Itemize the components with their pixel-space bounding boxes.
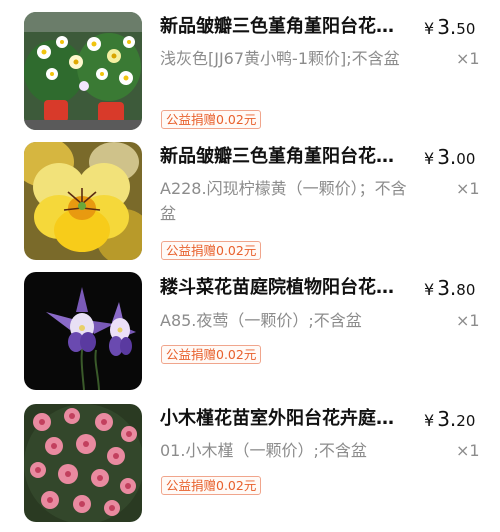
quantity: ×1	[456, 311, 480, 330]
quantity: ×1	[456, 441, 480, 460]
charity-badge: 公益捐赠0.02元	[161, 241, 262, 260]
product-title[interactable]: 耧斗菜花苗庭院植物阳台花卉盆栽	[160, 275, 410, 301]
price-decimal: 20	[456, 412, 476, 430]
price-decimal: 00	[456, 150, 476, 168]
price-integer: 3.	[437, 276, 457, 300]
price-integer: 3.	[437, 145, 457, 169]
product-price: ¥3.00	[424, 143, 484, 173]
currency-symbol: ¥	[424, 280, 435, 299]
product-title[interactable]: 新品皱瓣三色堇角堇阳台花卉盆栽	[160, 144, 410, 170]
columbine-photo[interactable]	[24, 272, 142, 390]
quantity: ×1	[456, 49, 480, 68]
charity-badge: 公益捐赠0.02元	[161, 110, 262, 129]
product-spec: A85.夜莺（一颗价）;不含盆	[160, 311, 362, 330]
charity-badge: 公益捐赠0.02元	[161, 476, 262, 495]
price-decimal: 50	[456, 20, 476, 38]
product-price: ¥3.20	[424, 405, 484, 435]
pink-anisodontea-photo[interactable]	[24, 404, 142, 522]
price-integer: 3.	[437, 15, 457, 39]
pansy-pots-photo[interactable]	[24, 12, 142, 130]
product-spec: A228.闪现柠檬黄（一颗价）；不含盆	[160, 179, 407, 223]
charity-badge: 公益捐赠0.02元	[161, 345, 262, 364]
currency-symbol: ¥	[424, 411, 435, 430]
product-title[interactable]: 小木槿花苗室外阳台花卉庭院植物	[160, 406, 410, 432]
yellow-pansy-photo[interactable]	[24, 142, 142, 260]
currency-symbol: ¥	[424, 19, 435, 38]
price-integer: 3.	[437, 407, 457, 431]
product-spec: 浅灰色[JJ67黄小鸭-1颗价];不含盆	[160, 49, 400, 68]
product-price: ¥3.50	[424, 13, 484, 43]
product-spec: 01.小木槿（一颗价）;不含盆	[160, 441, 367, 460]
quantity: ×1	[456, 179, 480, 198]
product-price: ¥3.80	[424, 274, 484, 304]
currency-symbol: ¥	[424, 149, 435, 168]
product-title[interactable]: 新品皱瓣三色堇角堇阳台花卉盆栽	[160, 14, 410, 40]
price-decimal: 80	[456, 281, 476, 299]
